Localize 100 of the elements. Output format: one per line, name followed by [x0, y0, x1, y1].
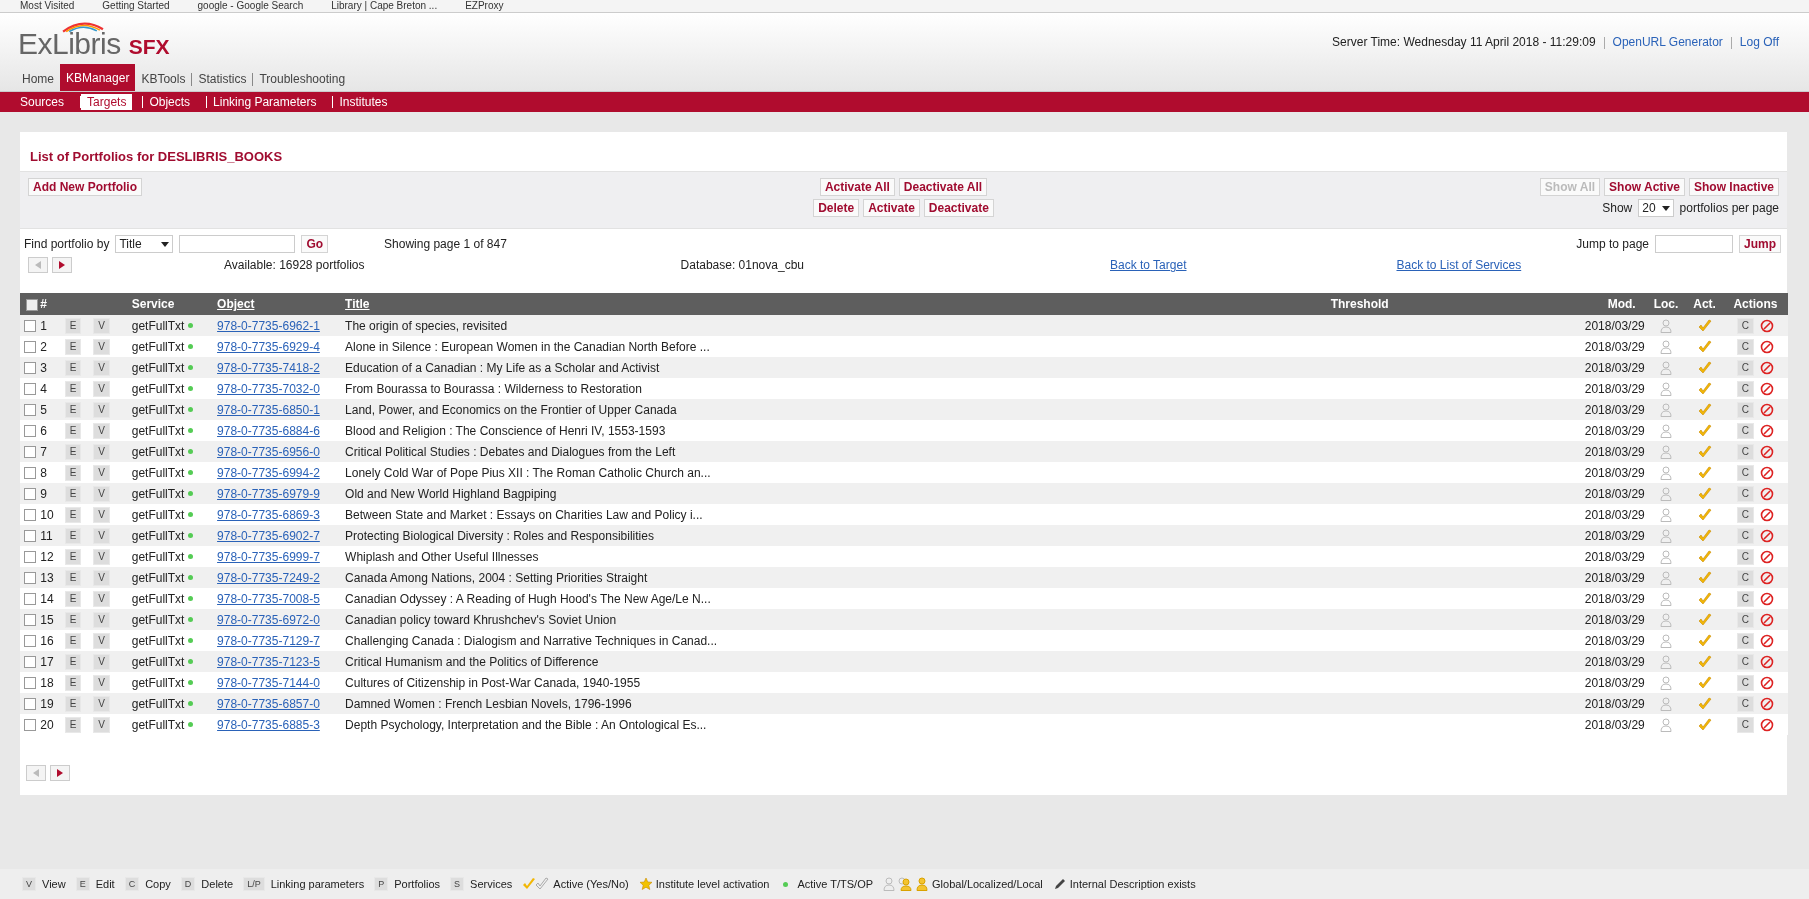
per-page-select[interactable]: 20 — [1638, 199, 1674, 217]
next-page-button[interactable] — [52, 257, 72, 273]
bookmark-link[interactable]: Library | Cape Breton ... — [331, 0, 438, 12]
select-all-checkbox[interactable] — [26, 298, 39, 311]
edit-button[interactable]: E — [64, 590, 82, 607]
edit-button[interactable]: E — [64, 569, 82, 586]
nav-tab[interactable]: Troubleshooting — [253, 67, 352, 91]
object-link[interactable]: 978-0-7735-6929-4 — [217, 339, 320, 354]
edit-button[interactable]: E — [64, 674, 82, 691]
view-button[interactable]: V — [93, 674, 110, 691]
row-checkbox[interactable] — [24, 530, 36, 543]
edit-button[interactable]: E — [64, 401, 82, 418]
checkmark-icon[interactable] — [1697, 717, 1712, 732]
view-button[interactable]: V — [93, 695, 110, 712]
object-link[interactable]: 978-0-7735-6885-3 — [217, 717, 320, 732]
checkmark-icon[interactable] — [1697, 318, 1712, 333]
copy-button[interactable]: C — [1736, 674, 1755, 691]
object-link[interactable]: 978-0-7735-7249-2 — [217, 570, 320, 585]
copy-button[interactable]: C — [1736, 422, 1755, 439]
edit-button[interactable]: E — [64, 695, 82, 712]
bookmark-link[interactable]: EZProxy — [465, 0, 504, 12]
row-checkbox[interactable] — [24, 593, 36, 606]
delete-icon[interactable] — [1760, 696, 1775, 711]
bulk-action-button[interactable]: Activate All — [819, 178, 895, 196]
edit-button[interactable]: E — [64, 380, 82, 397]
checkmark-icon[interactable] — [1697, 633, 1712, 648]
object-link[interactable]: 978-0-7735-7032-0 — [217, 381, 320, 396]
object-link[interactable]: 978-0-7735-6962-1 — [217, 318, 320, 333]
checkmark-icon[interactable] — [1697, 360, 1712, 375]
edit-button[interactable]: E — [64, 653, 82, 670]
delete-icon[interactable] — [1760, 318, 1775, 333]
nav-tab[interactable]: Statistics — [192, 67, 253, 91]
edit-button[interactable]: E — [64, 359, 82, 376]
copy-button[interactable]: C — [1736, 527, 1755, 544]
search-field-select[interactable]: Title — [115, 235, 174, 253]
sub-nav-tab[interactable]: Targets — [81, 94, 133, 110]
object-link[interactable]: 978-0-7735-6902-7 — [217, 528, 320, 543]
jump-button[interactable]: Jump — [1739, 235, 1781, 253]
view-button[interactable]: V — [93, 569, 110, 586]
row-checkbox[interactable] — [24, 551, 36, 564]
column-header[interactable]: Title — [345, 297, 370, 311]
delete-icon[interactable] — [1760, 549, 1775, 564]
bookmark-link[interactable]: Most Visited — [20, 0, 75, 12]
page-number-field[interactable] — [1655, 235, 1733, 253]
copy-button[interactable]: C — [1736, 401, 1755, 418]
delete-icon[interactable] — [1760, 591, 1775, 606]
view-button[interactable]: V — [93, 506, 110, 523]
filter-button[interactable]: Show Inactive — [1689, 178, 1779, 196]
object-link[interactable]: 978-0-7735-7008-5 — [217, 591, 320, 606]
view-button[interactable]: V — [93, 716, 110, 733]
copy-button[interactable]: C — [1736, 569, 1755, 586]
go-button[interactable]: Go — [301, 235, 329, 253]
edit-button[interactable]: E — [64, 443, 82, 460]
object-link[interactable]: 978-0-7735-6850-1 — [217, 402, 320, 417]
checkmark-icon[interactable] — [1697, 675, 1712, 690]
delete-icon[interactable] — [1760, 507, 1775, 522]
view-button[interactable]: V — [93, 590, 110, 607]
view-button[interactable]: V — [93, 548, 110, 565]
row-checkbox[interactable] — [24, 383, 36, 396]
row-checkbox[interactable] — [24, 425, 36, 438]
checkmark-icon[interactable] — [1697, 339, 1712, 354]
object-link[interactable]: 978-0-7735-6869-3 — [217, 507, 320, 522]
copy-button[interactable]: C — [1736, 653, 1755, 670]
edit-button[interactable]: E — [64, 464, 82, 481]
view-button[interactable]: V — [93, 611, 110, 628]
copy-button[interactable]: C — [1736, 380, 1755, 397]
bookmark-link[interactable]: google - Google Search — [197, 0, 304, 12]
row-checkbox[interactable] — [24, 656, 36, 669]
checkmark-icon[interactable] — [1697, 507, 1712, 522]
column-header[interactable]: Object — [217, 297, 255, 311]
row-checkbox[interactable] — [24, 488, 36, 501]
bookmark-link[interactable]: Getting Started — [102, 0, 170, 12]
edit-button[interactable]: E — [64, 485, 82, 502]
checkmark-icon[interactable] — [1697, 402, 1712, 417]
object-link[interactable]: 978-0-7735-6979-9 — [217, 486, 320, 501]
object-link[interactable]: 978-0-7735-7129-7 — [217, 633, 320, 648]
edit-button[interactable]: E — [64, 338, 82, 355]
bulk-action-button[interactable]: Deactivate All — [898, 178, 988, 196]
object-link[interactable]: 978-0-7735-7144-0 — [217, 675, 320, 690]
row-checkbox[interactable] — [24, 320, 36, 333]
view-button[interactable]: V — [93, 632, 110, 649]
object-link[interactable]: 978-0-7735-6857-0 — [217, 696, 320, 711]
delete-icon[interactable] — [1760, 381, 1775, 396]
copy-button[interactable]: C — [1736, 338, 1755, 355]
row-checkbox[interactable] — [24, 404, 36, 417]
object-link[interactable]: 978-0-7735-6972-0 — [217, 612, 320, 627]
back-to-services-link[interactable]: Back to List of Services — [1396, 258, 1522, 272]
row-checkbox[interactable] — [24, 362, 36, 375]
object-link[interactable]: 978-0-7735-7418-2 — [217, 360, 320, 375]
back-to-target-link[interactable]: Back to Target — [1110, 258, 1187, 272]
filter-button[interactable]: Show Active — [1604, 178, 1685, 196]
checkmark-icon[interactable] — [1697, 570, 1712, 585]
nav-tab[interactable]: KBManager — [60, 64, 136, 91]
delete-icon[interactable] — [1760, 528, 1775, 543]
delete-icon[interactable] — [1760, 486, 1775, 501]
edit-button[interactable]: E — [64, 317, 82, 334]
sub-nav-tab[interactable]: Linking Parameters — [207, 94, 323, 110]
copy-button[interactable]: C — [1736, 611, 1755, 628]
copy-button[interactable]: C — [1736, 485, 1755, 502]
copy-button[interactable]: C — [1736, 317, 1755, 334]
